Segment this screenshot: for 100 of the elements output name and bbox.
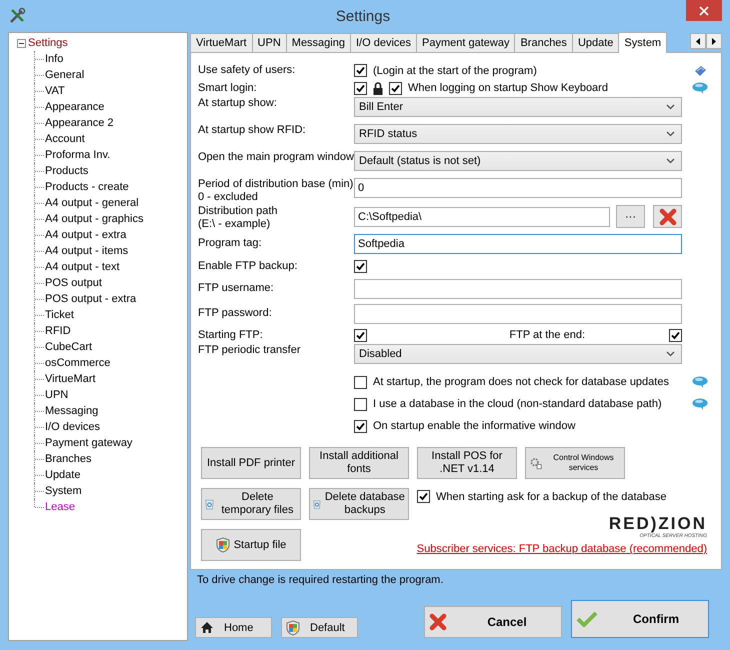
- checkbox[interactable]: [354, 82, 367, 94]
- footer-button[interactable]: Cancel: [424, 606, 562, 638]
- tab[interactable]: I/O devices: [350, 33, 418, 52]
- tree-item[interactable]: Products - create: [45, 179, 129, 195]
- field-label: Period of distribution base (min) 0 - excluded: [198, 178, 354, 204]
- status-text: To drive change is required restarting the program.: [196, 573, 444, 588]
- field-label: Use safety of users:: [198, 64, 296, 77]
- checkbox-label: When logging on startup Show Keyboard: [408, 82, 608, 94]
- action-button[interactable]: Startup file: [201, 529, 301, 561]
- checkbox[interactable]: [354, 376, 367, 388]
- dropdown[interactable]: Default (status is not set): [354, 151, 682, 171]
- field-label: At startup show:: [198, 97, 278, 110]
- chevron-icon: [666, 104, 675, 110]
- tools-icon: [8, 7, 26, 25]
- tab[interactable]: System: [618, 32, 668, 53]
- tree-item[interactable]: VirtueMart: [45, 371, 96, 387]
- tree-item[interactable]: osCommerce: [45, 355, 110, 371]
- tree-item[interactable]: CubeCart: [45, 339, 92, 355]
- field-label: FTP username:: [198, 282, 275, 295]
- text-field[interactable]: [354, 278, 682, 298]
- tree-item[interactable]: Account: [45, 131, 85, 147]
- checkbox[interactable]: [669, 328, 682, 342]
- action-button[interactable]: Install additional fonts: [309, 447, 409, 479]
- text-field[interactable]: C:\Softpedia\: [354, 206, 610, 226]
- action-button[interactable]: Install PDF printer: [201, 447, 301, 479]
- dropdown[interactable]: Bill Enter: [354, 97, 682, 117]
- checkbox[interactable]: [354, 398, 367, 410]
- check-icon: [576, 611, 598, 627]
- tree-item[interactable]: General: [45, 67, 84, 83]
- tab[interactable]: UPN: [252, 33, 287, 52]
- cross-icon: [658, 208, 676, 226]
- lock-icon: [373, 82, 383, 94]
- footer-button[interactable]: Default: [281, 617, 358, 638]
- checkbox[interactable]: [389, 82, 402, 94]
- tree-item[interactable]: UPN: [45, 387, 68, 403]
- note-icon: [693, 64, 707, 76]
- tree-item[interactable]: Proforma Inv.: [45, 147, 110, 163]
- tree-item[interactable]: Appearance 2: [45, 115, 114, 131]
- action-button[interactable]: Delete temporary files: [201, 488, 301, 520]
- tree-item[interactable]: POS output: [45, 275, 102, 291]
- field-label: Open the main program window:: [198, 151, 354, 164]
- chevron-icon: [666, 131, 675, 137]
- action-button[interactable]: Install POS for .NET v1.14: [417, 447, 517, 479]
- checkbox[interactable]: [417, 490, 430, 503]
- scroll-left-button[interactable]: [690, 33, 706, 49]
- tab[interactable]: Payment gateway: [416, 33, 516, 52]
- checkbox[interactable]: [354, 64, 367, 77]
- left-arrow-icon: [696, 38, 700, 44]
- browse-button[interactable]: ···: [616, 205, 645, 228]
- close-button[interactable]: [686, 0, 722, 21]
- text-field[interactable]: Softpedia: [354, 234, 682, 254]
- tree-item[interactable]: A4 output - graphics: [45, 211, 144, 227]
- tree-item[interactable]: Products: [45, 163, 88, 179]
- subscriber-link[interactable]: Subscriber services: FTP backup database (recommended): [416, 543, 707, 555]
- field-label: Distribution path (E:\ - example): [198, 205, 278, 231]
- tree-item[interactable]: A4 output - items: [45, 243, 128, 259]
- checkbox[interactable]: [354, 420, 367, 432]
- text-field[interactable]: 0: [354, 178, 682, 198]
- scroll-right-button[interactable]: [706, 33, 722, 49]
- tab[interactable]: Branches: [514, 33, 573, 52]
- tab[interactable]: VirtueMart: [190, 33, 253, 52]
- tree-item[interactable]: VAT: [45, 83, 65, 99]
- field-label: Enable FTP backup:: [198, 260, 298, 272]
- field-label: FTP at the end:: [509, 329, 585, 341]
- tree-item[interactable]: System: [45, 483, 82, 499]
- field-label: Starting FTP:: [198, 328, 264, 342]
- clear-button[interactable]: [653, 205, 682, 228]
- close-icon: [699, 6, 709, 16]
- tree-item[interactable]: POS output - extra: [45, 291, 136, 307]
- footer-button[interactable]: Confirm: [571, 600, 709, 638]
- tree-item[interactable]: A4 output - text: [45, 259, 120, 275]
- tree-item[interactable]: Update: [45, 467, 80, 483]
- tree-item[interactable]: A4 output - extra: [45, 227, 126, 243]
- tree-item[interactable]: A4 output - general: [45, 195, 139, 211]
- field-label: FTP password:: [198, 307, 273, 320]
- tree-item[interactable]: Messaging: [45, 403, 98, 419]
- footer-button[interactable]: Home: [195, 617, 272, 638]
- field-label: Smart login:: [198, 82, 258, 94]
- collapse-toggle[interactable]: [17, 38, 26, 48]
- dropdown[interactable]: RFID status: [354, 124, 682, 144]
- tree-item[interactable]: Branches: [45, 451, 92, 467]
- text-field[interactable]: [354, 304, 682, 324]
- checkbox-label: (Login at the start of the program): [373, 64, 537, 76]
- tab[interactable]: Update: [572, 33, 620, 52]
- window-title: Settings: [334, 8, 392, 24]
- tree-item[interactable]: Ticket: [45, 307, 74, 323]
- tree-item[interactable]: I/O devices: [45, 419, 100, 435]
- checkbox[interactable]: [354, 328, 367, 342]
- tree-item[interactable]: RFID: [45, 323, 71, 339]
- tree-item[interactable]: Info: [45, 51, 64, 67]
- tree-item[interactable]: Appearance: [45, 99, 104, 115]
- dropdown[interactable]: Disabled: [354, 344, 682, 364]
- tree-item[interactable]: Payment gateway: [45, 435, 132, 451]
- tree-item[interactable]: Settings: [28, 35, 68, 51]
- action-button[interactable]: Control Windows services: [525, 447, 625, 479]
- tree-item[interactable]: Lease: [45, 499, 75, 515]
- tab[interactable]: Messaging: [286, 33, 351, 52]
- gear-icon: [529, 455, 542, 471]
- checkbox[interactable]: [354, 260, 367, 272]
- action-button[interactable]: Delete database backups: [309, 488, 409, 520]
